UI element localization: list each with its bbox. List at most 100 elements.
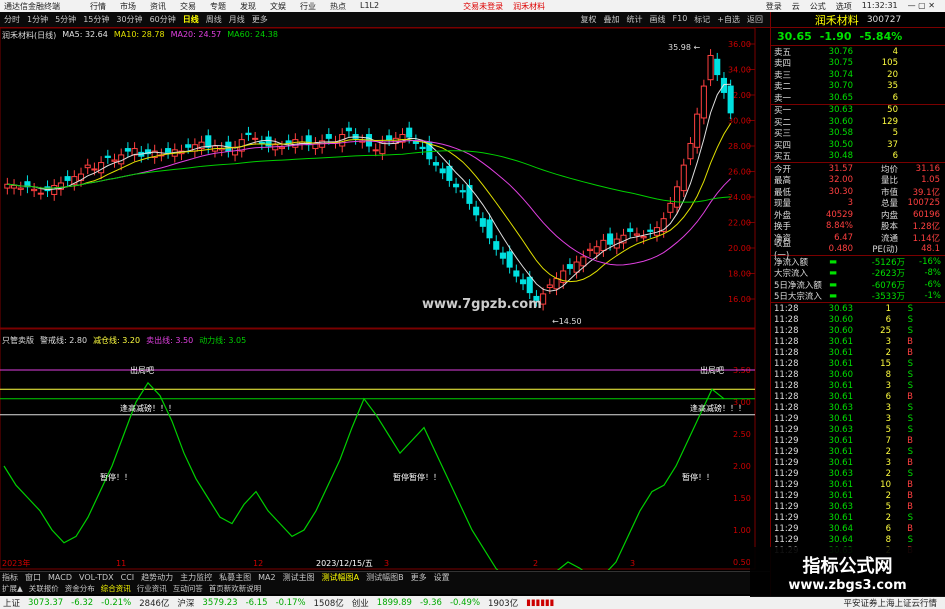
tab[interactable]: 测试主图 (283, 572, 315, 583)
ma60-line (7, 150, 731, 203)
tab[interactable]: 私募主图 (219, 572, 251, 583)
tab[interactable]: MA2 (258, 573, 275, 582)
menu-item[interactable]: 市场 (120, 1, 136, 12)
tick-side: B (907, 391, 913, 402)
link[interactable]: 行业资讯 (137, 583, 167, 594)
period-item[interactable]: 30分钟 (116, 14, 142, 25)
menu-item[interactable]: 专题 (210, 1, 226, 12)
book-volume: 4 (892, 46, 898, 57)
tick-row: 11:29 30.61 3 B (771, 457, 945, 468)
tick-side: B (907, 336, 913, 347)
tool-button[interactable]: 复权 (581, 14, 597, 25)
chart-tools: 复权 叠加 统计 画线 F10 标记 +自选 返回 (581, 14, 770, 25)
link[interactable]: 首页新欢新说明 (209, 583, 262, 594)
candle-body (553, 278, 560, 290)
chart-area[interactable]: 36.00 34.00 3 2.00 30.00 28.00 26.00 24.00 22.00… (0, 27, 770, 592)
stat-label: 换手 (774, 222, 792, 233)
link[interactable]: 资金分布 (65, 583, 95, 594)
period-item[interactable]: 周线 (206, 14, 222, 25)
tab-active[interactable]: 测试幅图A (322, 572, 359, 583)
indicator-annotation: 出局吧 (700, 365, 724, 375)
candle-body (37, 192, 44, 195)
menu-item[interactable]: 交易 (180, 1, 196, 12)
stats-table: 今开 31.57 均价 31.16 最高 32.00 量比 1.05 最低 30.30 市值 39.1… (771, 163, 945, 261)
menu-item[interactable]: 热点 (330, 1, 346, 12)
tick-time: 11:29 (774, 457, 799, 468)
index-name[interactable]: 上证 (3, 597, 20, 609)
menu-item[interactable]: 资讯 (150, 1, 166, 12)
menu-item[interactable]: 文娱 (270, 1, 286, 12)
candle-body (546, 284, 553, 289)
period-item-active[interactable]: 日线 (183, 14, 199, 25)
tool-button[interactable]: F10 (673, 14, 688, 25)
candle-body (519, 279, 527, 285)
period-item[interactable]: 15分钟 (83, 14, 109, 25)
tab[interactable]: 测试幅图B (366, 572, 404, 583)
link[interactable]: 互动问答 (173, 583, 203, 594)
tab[interactable]: 指标 (2, 572, 18, 583)
tab[interactable]: CCI (121, 573, 135, 582)
link[interactable]: 关联报价 (29, 583, 59, 594)
stat-label: 今开 (774, 164, 792, 175)
stock-alert[interactable]: 润禾材料 (513, 1, 545, 12)
tick-side: S (907, 380, 913, 391)
formula-link[interactable]: 公式 (810, 1, 826, 12)
period-item[interactable]: 更多 (252, 14, 268, 25)
window-controls-icon[interactable]: — ▢ ✕ (908, 1, 935, 12)
server-status[interactable]: 平安证券上海上证云行情 (843, 597, 937, 609)
tick-time: 11:28 (774, 402, 799, 413)
flow-label: 5日大宗流入 (774, 292, 822, 303)
index-name[interactable]: 创业 (352, 597, 369, 609)
options-link[interactable]: 选项 (836, 1, 852, 12)
stat-value: 1.05 (921, 175, 940, 186)
flow-row: 净流入额 ▬ -5126万 -16% (771, 256, 945, 268)
login-link[interactable]: 登录 (766, 1, 782, 12)
stat-label: 市值 (880, 187, 898, 198)
tick-side: B (907, 479, 913, 490)
book-label: 卖三 (774, 70, 792, 81)
book-price: 30.76 (828, 46, 853, 57)
price-bar: 30.65 -1.90 -5.84% (771, 28, 945, 46)
index-name[interactable]: 沪深 (177, 597, 194, 609)
tab[interactable]: 趋势动力 (141, 572, 173, 583)
period-item[interactable]: 60分钟 (150, 14, 176, 25)
menu-item[interactable]: L1L2 (360, 1, 379, 12)
tool-button[interactable]: +自选 (717, 14, 740, 25)
tick-list[interactable]: 11:28 30.63 1 S 11:28 30.60 6 S 11:28 30.60 25 S 11:… (771, 303, 945, 556)
tool-button[interactable]: 统计 (627, 14, 643, 25)
period-item[interactable]: 分时 (4, 14, 20, 25)
link[interactable]: 扩展▲ (2, 583, 23, 594)
tab[interactable]: 窗口 (25, 572, 41, 583)
link[interactable]: 综合资讯 (101, 583, 131, 594)
tab[interactable]: VOL-TDX (79, 573, 114, 582)
menu-item[interactable]: 行情 (90, 1, 106, 12)
tool-button[interactable]: 叠加 (604, 14, 620, 25)
period-item[interactable]: 1分钟 (27, 14, 48, 25)
candle-body (600, 239, 607, 252)
ind-y-label: 2.50 (733, 430, 751, 439)
tab[interactable]: MACD (48, 573, 72, 582)
cloud-link[interactable]: 云 (792, 1, 800, 12)
book-volume: 50 (887, 105, 898, 116)
tick-time: 11:29 (774, 501, 799, 512)
period-item[interactable]: 5分钟 (55, 14, 76, 25)
login-alert[interactable]: 交易未登录 (463, 1, 503, 12)
period-item[interactable]: 月线 (229, 14, 245, 25)
index-pct: -0.17% (275, 597, 306, 608)
ind-y-label: 0.50 (733, 558, 751, 567)
tick-price: 30.60 (828, 325, 853, 336)
candle-body (694, 113, 701, 148)
tool-button[interactable]: 返回 (747, 14, 763, 25)
tab[interactable]: 设置 (434, 572, 450, 583)
menu-item[interactable]: 发现 (240, 1, 256, 12)
tab[interactable]: 主力监控 (180, 572, 212, 583)
menu-item[interactable]: 行业 (300, 1, 316, 12)
book-volume: 20 (887, 69, 898, 80)
stat-value: 39.1亿 (912, 187, 940, 198)
kline-chart[interactable]: 36.00 34.00 3 2.00 30.00 28.00 26.00 24.00 22.00… (0, 27, 770, 592)
tick-price: 30.64 (828, 523, 853, 534)
tool-button[interactable]: 画线 (650, 14, 666, 25)
tab[interactable]: 更多 (411, 572, 427, 583)
index-amt: 2846亿 (139, 598, 170, 609)
tool-button[interactable]: 标记 (694, 14, 710, 25)
